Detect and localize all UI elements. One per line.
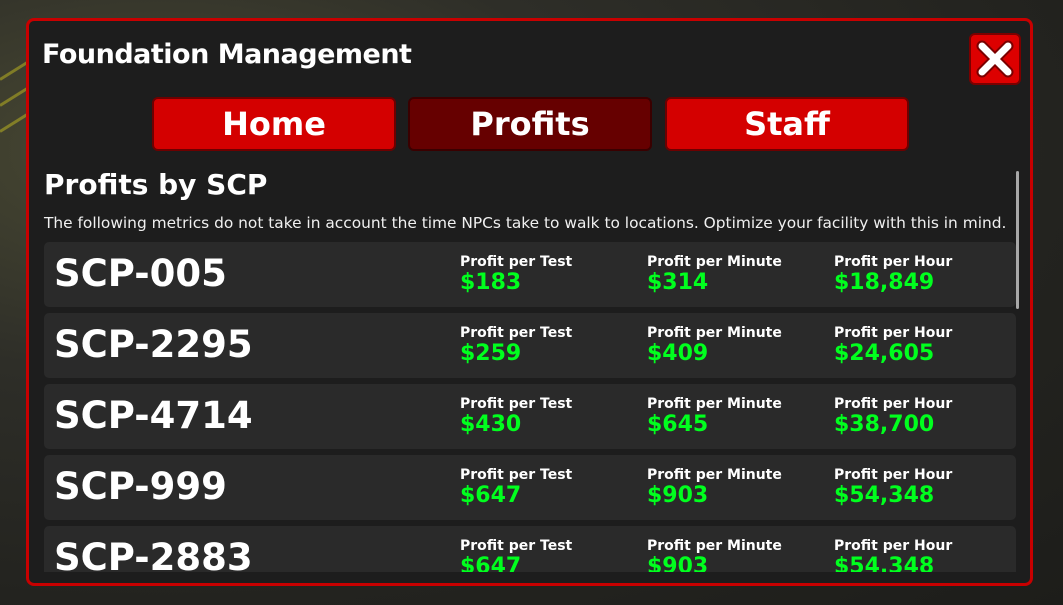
metric-value: $314 (647, 270, 709, 295)
scp-row-scp-2883: SCP-2883 Profit per Test $647 Profit per… (44, 526, 1016, 572)
foundation-management-window: Foundation Management Home Profits Staff… (26, 18, 1033, 586)
metric-value: $54,348 (834, 483, 935, 508)
profit-per-hour: Profit per Hour $38,700 (834, 396, 1014, 438)
metric-value: $54,348 (834, 554, 935, 572)
metric-label: Profit per Test (460, 467, 573, 483)
profit-per-minute: Profit per Minute $409 (647, 325, 827, 367)
profit-per-test: Profit per Test $647 (460, 467, 640, 509)
metric-value: $903 (647, 554, 709, 572)
profit-per-test: Profit per Test $647 (460, 538, 640, 572)
metric-value: $38,700 (834, 412, 935, 437)
scp-name: SCP-999 (54, 465, 227, 508)
metric-value: $430 (460, 412, 522, 437)
metric-label: Profit per Minute (647, 325, 782, 341)
tab-home[interactable]: Home (152, 97, 396, 151)
metric-value: $645 (647, 412, 709, 437)
metric-label: Profit per Minute (647, 254, 782, 270)
scp-row-scp-005: SCP-005 Profit per Test $183 Profit per … (44, 242, 1016, 307)
profit-per-minute: Profit per Minute $903 (647, 467, 827, 509)
profit-per-minute: Profit per Minute $314 (647, 254, 827, 296)
metric-label: Profit per Hour (834, 538, 953, 554)
profit-per-test: Profit per Test $183 (460, 254, 640, 296)
close-x-icon (976, 40, 1014, 78)
section-note: The following metrics do not take in acc… (44, 214, 1007, 232)
scp-name: SCP-4714 (54, 394, 253, 437)
scp-name: SCP-2295 (54, 323, 253, 366)
metric-label: Profit per Hour (834, 467, 953, 483)
metric-label: Profit per Test (460, 396, 573, 412)
section-title: Profits by SCP (44, 168, 268, 201)
metric-value: $903 (647, 483, 709, 508)
tab-profits[interactable]: Profits (408, 97, 652, 151)
metric-label: Profit per Minute (647, 467, 782, 483)
scrollbar[interactable] (1016, 171, 1019, 309)
metric-label: Profit per Test (460, 538, 573, 554)
metric-value: $409 (647, 341, 709, 366)
metric-value: $24,605 (834, 341, 935, 366)
metric-value: $647 (460, 483, 522, 508)
metric-value: $259 (460, 341, 522, 366)
profit-per-minute: Profit per Minute $903 (647, 538, 827, 572)
profit-per-hour: Profit per Hour $54,348 (834, 538, 1014, 572)
profit-per-test: Profit per Test $259 (460, 325, 640, 367)
scp-row-scp-2295: SCP-2295 Profit per Test $259 Profit per… (44, 313, 1016, 378)
profit-per-hour: Profit per Hour $54,348 (834, 467, 1014, 509)
metric-label: Profit per Test (460, 325, 573, 341)
scp-profit-list[interactable]: SCP-005 Profit per Test $183 Profit per … (44, 242, 1016, 572)
metric-label: Profit per Hour (834, 396, 953, 412)
metric-label: Profit per Hour (834, 254, 953, 270)
profit-per-minute: Profit per Minute $645 (647, 396, 827, 438)
metric-value: $18,849 (834, 270, 935, 295)
profit-per-hour: Profit per Hour $24,605 (834, 325, 1014, 367)
metric-label: Profit per Test (460, 254, 573, 270)
metric-label: Profit per Minute (647, 396, 782, 412)
scp-row-scp-999: SCP-999 Profit per Test $647 Profit per … (44, 455, 1016, 520)
metric-value: $183 (460, 270, 522, 295)
metric-value: $647 (460, 554, 522, 572)
scp-name: SCP-005 (54, 252, 227, 295)
close-button[interactable] (969, 33, 1021, 85)
tab-staff[interactable]: Staff (665, 97, 909, 151)
metric-label: Profit per Minute (647, 538, 782, 554)
scp-row-scp-4714: SCP-4714 Profit per Test $430 Profit per… (44, 384, 1016, 449)
scp-name: SCP-2883 (54, 536, 253, 572)
window-title: Foundation Management (42, 39, 412, 70)
profit-per-test: Profit per Test $430 (460, 396, 640, 438)
metric-label: Profit per Hour (834, 325, 953, 341)
profit-per-hour: Profit per Hour $18,849 (834, 254, 1014, 296)
